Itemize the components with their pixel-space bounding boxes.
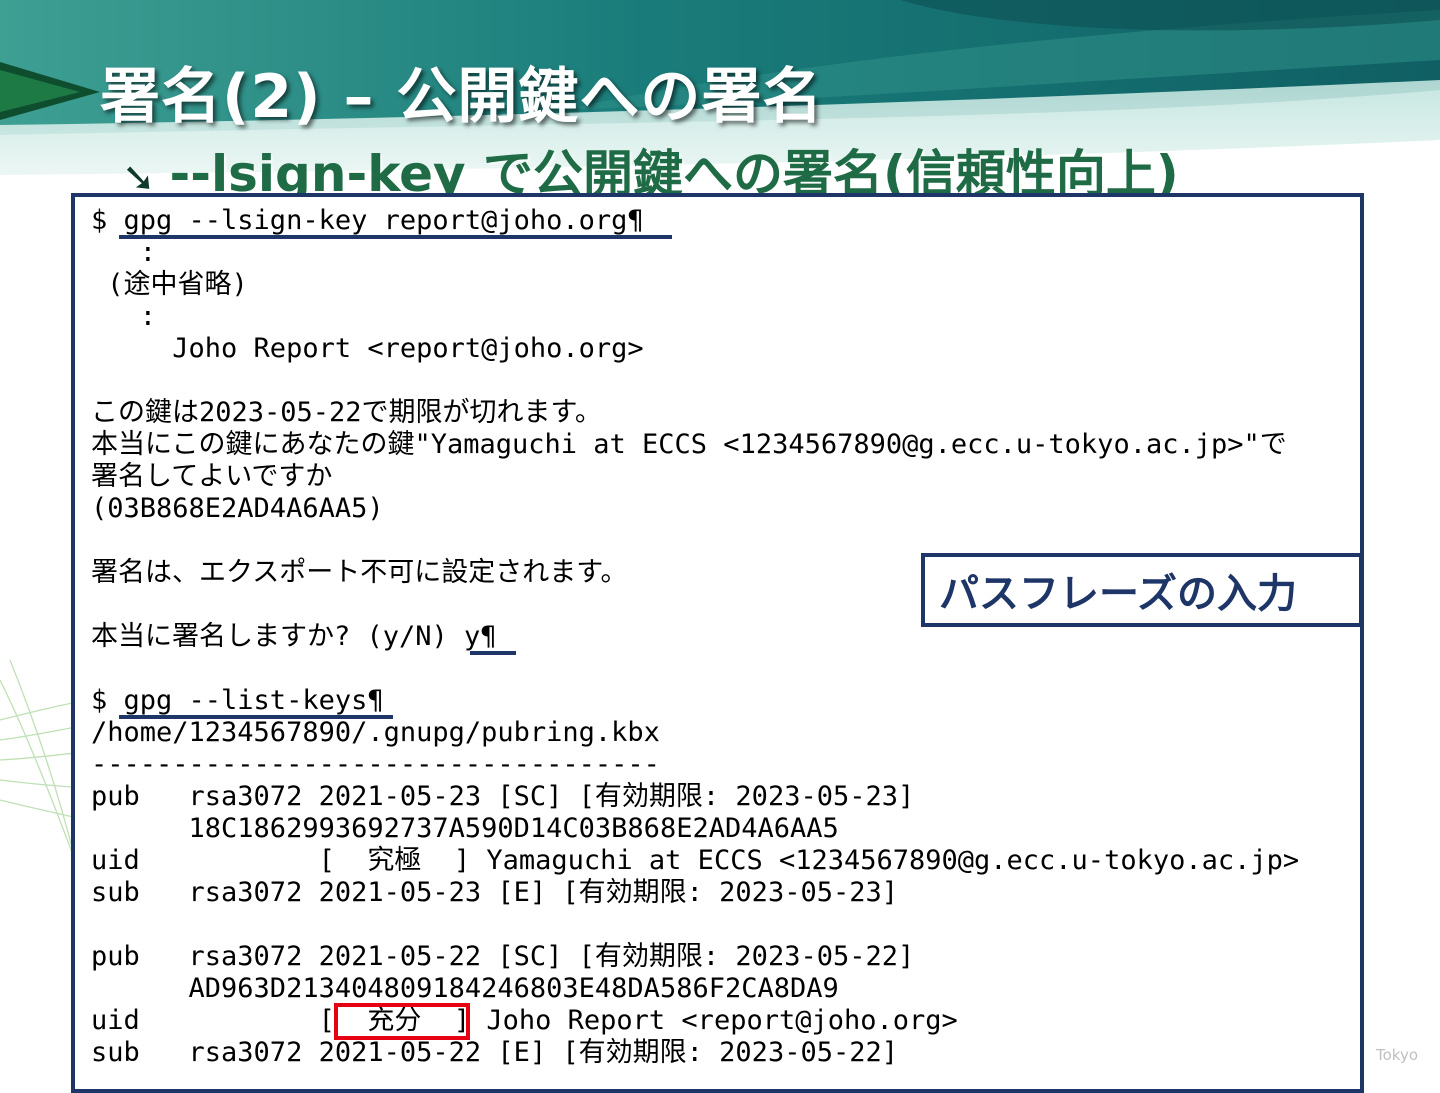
terminal-line: : — [91, 301, 157, 332]
terminal-line: 署名してよいですか — [91, 461, 333, 492]
command-underline-list-keys — [119, 715, 393, 719]
slide-title: 署名(2) – 公開鍵への署名 — [100, 62, 824, 132]
terminal-line: $ gpg --lsign-key report@joho.org¶ — [91, 205, 644, 236]
terminal-line: (途中省略) — [91, 269, 248, 300]
terminal-line: 本当に署名しますか? (y/N) y¶ — [91, 621, 497, 652]
terminal-output-panel: $ gpg --lsign-key report@joho.org¶ : (途中… — [71, 193, 1364, 1093]
terminal-line: $ gpg --list-keys¶ — [91, 685, 384, 716]
terminal-line: AD963D213404809184246803E48DA586F2CA8DA9 — [91, 973, 839, 1004]
terminal-line: ----------------------------------- — [91, 749, 660, 780]
terminal-line: : — [91, 237, 157, 268]
terminal-line: (03B868E2AD4A6AA5) — [91, 493, 384, 524]
terminal-line: uid [ 究極 ] Yamaguchi at ECCS <1234567890… — [91, 845, 1300, 876]
passphrase-callout: パスフレーズの入力 — [921, 553, 1363, 627]
trust-level-highlight — [334, 1003, 470, 1040]
command-underline-lsign — [119, 235, 672, 239]
terminal-line: sub rsa3072 2021-05-22 [E] [有効期限: 2023-0… — [91, 1037, 898, 1068]
terminal-line: pub rsa3072 2021-05-23 [SC] [有効期限: 2023-… — [91, 781, 915, 812]
terminal-line: 本当にこの鍵にあなたの鍵"Yamaguchi at ECCS <12345678… — [91, 429, 1287, 460]
terminal-line: この鍵は2023-05-22で期限が切れます。 — [91, 397, 602, 428]
terminal-line: sub rsa3072 2021-05-23 [E] [有効期限: 2023-0… — [91, 877, 898, 908]
footer-text: Tokyo — [1376, 1046, 1418, 1064]
terminal-line: uid [ 充分 ] Joho Report <report@joho.org> — [91, 1005, 958, 1036]
input-underline-y — [470, 651, 516, 655]
terminal-line: /home/1234567890/.gnupg/pubring.kbx — [91, 717, 660, 748]
terminal-line: Joho Report <report@joho.org> — [91, 333, 644, 364]
terminal-line: 18C1862993692737A590D14C03B868E2AD4A6AA5 — [91, 813, 839, 844]
terminal-line: 署名は、エクスポート不可に設定されます。 — [91, 557, 628, 588]
callout-label: パスフレーズの入力 — [939, 571, 1297, 617]
terminal-line: pub rsa3072 2021-05-22 [SC] [有効期限: 2023-… — [91, 941, 915, 972]
